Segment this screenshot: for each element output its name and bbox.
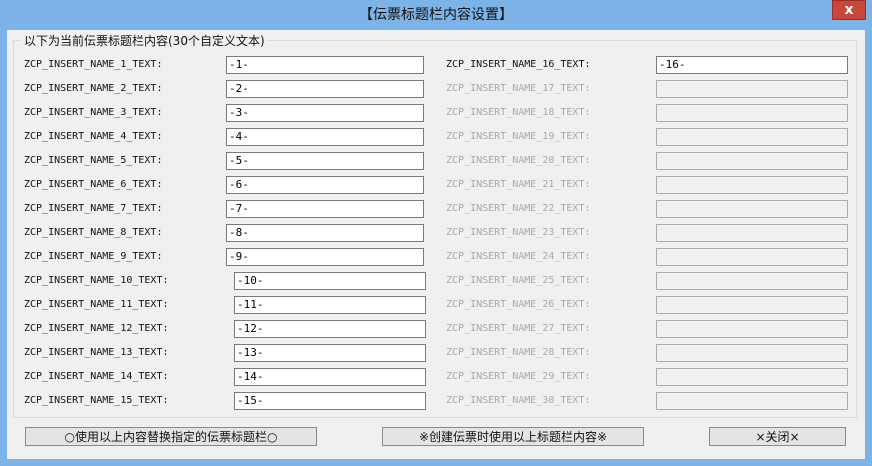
close-button[interactable]: ×关闭× (709, 427, 846, 446)
window-close-button[interactable]: x (832, 0, 866, 20)
field-label-10: ZCP_INSERT_NAME_10_TEXT: (24, 275, 169, 286)
window-title: 【伝票标题栏内容设置】 (359, 7, 513, 23)
text-field-14[interactable]: -14- (234, 368, 426, 386)
text-field-27[interactable] (656, 320, 848, 338)
field-label-22: ZCP_INSERT_NAME_22_TEXT: (446, 203, 591, 214)
field-label-14: ZCP_INSERT_NAME_14_TEXT: (24, 371, 169, 382)
text-field-11[interactable]: -11- (234, 296, 426, 314)
dialog-client-area: 以下为当前伝票标题栏内容(30个自定义文本) ZCP_INSERT_NAME_1… (7, 30, 865, 459)
field-label-26: ZCP_INSERT_NAME_26_TEXT: (446, 299, 591, 310)
text-field-28[interactable] (656, 344, 848, 362)
use-on-create-button[interactable]: ※创建伝票时使用以上标题栏内容※ (382, 427, 644, 446)
field-label-9: ZCP_INSERT_NAME_9_TEXT: (24, 251, 163, 262)
title-bar[interactable]: 【伝票标题栏内容设置】 x (0, 0, 872, 30)
field-label-25: ZCP_INSERT_NAME_25_TEXT: (446, 275, 591, 286)
field-label-15: ZCP_INSERT_NAME_15_TEXT: (24, 395, 169, 406)
field-label-5: ZCP_INSERT_NAME_5_TEXT: (24, 155, 163, 166)
field-label-8: ZCP_INSERT_NAME_8_TEXT: (24, 227, 163, 238)
text-field-12[interactable]: -12- (234, 320, 426, 338)
field-label-21: ZCP_INSERT_NAME_21_TEXT: (446, 179, 591, 190)
field-label-11: ZCP_INSERT_NAME_11_TEXT: (24, 299, 169, 310)
text-field-5[interactable]: -5- (226, 152, 424, 170)
replace-title-bar-button[interactable]: ○使用以上内容替换指定的伝票标题栏○ (25, 427, 317, 446)
text-field-6[interactable]: -6- (226, 176, 424, 194)
text-field-17[interactable] (656, 80, 848, 98)
field-label-6: ZCP_INSERT_NAME_6_TEXT: (24, 179, 163, 190)
field-label-20: ZCP_INSERT_NAME_20_TEXT: (446, 155, 591, 166)
field-label-17: ZCP_INSERT_NAME_17_TEXT: (446, 83, 591, 94)
dialog-window: 【伝票标题栏内容设置】 x 以下为当前伝票标题栏内容(30个自定义文本) ZCP… (0, 0, 872, 466)
field-label-30: ZCP_INSERT_NAME_30_TEXT: (446, 395, 591, 406)
text-field-25[interactable] (656, 272, 848, 290)
text-field-29[interactable] (656, 368, 848, 386)
group-legend: 以下为当前伝票标题栏内容(30个自定义文本) (21, 32, 268, 49)
field-label-12: ZCP_INSERT_NAME_12_TEXT: (24, 323, 169, 334)
text-field-2[interactable]: -2- (226, 80, 424, 98)
field-label-3: ZCP_INSERT_NAME_3_TEXT: (24, 107, 163, 118)
field-label-24: ZCP_INSERT_NAME_24_TEXT: (446, 251, 591, 262)
field-label-7: ZCP_INSERT_NAME_7_TEXT: (24, 203, 163, 214)
text-field-26[interactable] (656, 296, 848, 314)
text-field-22[interactable] (656, 200, 848, 218)
field-label-29: ZCP_INSERT_NAME_29_TEXT: (446, 371, 591, 382)
field-label-19: ZCP_INSERT_NAME_19_TEXT: (446, 131, 591, 142)
text-field-9[interactable]: -9- (226, 248, 424, 266)
text-field-4[interactable]: -4- (226, 128, 424, 146)
close-icon: x (844, 2, 854, 18)
text-field-19[interactable] (656, 128, 848, 146)
text-field-21[interactable] (656, 176, 848, 194)
text-field-1[interactable]: -1- (226, 56, 424, 74)
text-field-15[interactable]: -15- (234, 392, 426, 410)
field-label-4: ZCP_INSERT_NAME_4_TEXT: (24, 131, 163, 142)
text-field-3[interactable]: -3- (226, 104, 424, 122)
text-field-18[interactable] (656, 104, 848, 122)
text-field-16[interactable]: -16- (656, 56, 848, 74)
field-label-13: ZCP_INSERT_NAME_13_TEXT: (24, 347, 169, 358)
text-field-23[interactable] (656, 224, 848, 242)
field-label-16: ZCP_INSERT_NAME_16_TEXT: (446, 59, 591, 70)
text-field-8[interactable]: -8- (226, 224, 424, 242)
text-field-30[interactable] (656, 392, 848, 410)
field-label-27: ZCP_INSERT_NAME_27_TEXT: (446, 323, 591, 334)
field-label-18: ZCP_INSERT_NAME_18_TEXT: (446, 107, 591, 118)
text-field-7[interactable]: -7- (226, 200, 424, 218)
text-field-10[interactable]: -10- (234, 272, 426, 290)
field-label-23: ZCP_INSERT_NAME_23_TEXT: (446, 227, 591, 238)
field-label-1: ZCP_INSERT_NAME_1_TEXT: (24, 59, 163, 70)
text-field-20[interactable] (656, 152, 848, 170)
field-label-28: ZCP_INSERT_NAME_28_TEXT: (446, 347, 591, 358)
field-label-2: ZCP_INSERT_NAME_2_TEXT: (24, 83, 163, 94)
text-field-24[interactable] (656, 248, 848, 266)
text-field-13[interactable]: -13- (234, 344, 426, 362)
